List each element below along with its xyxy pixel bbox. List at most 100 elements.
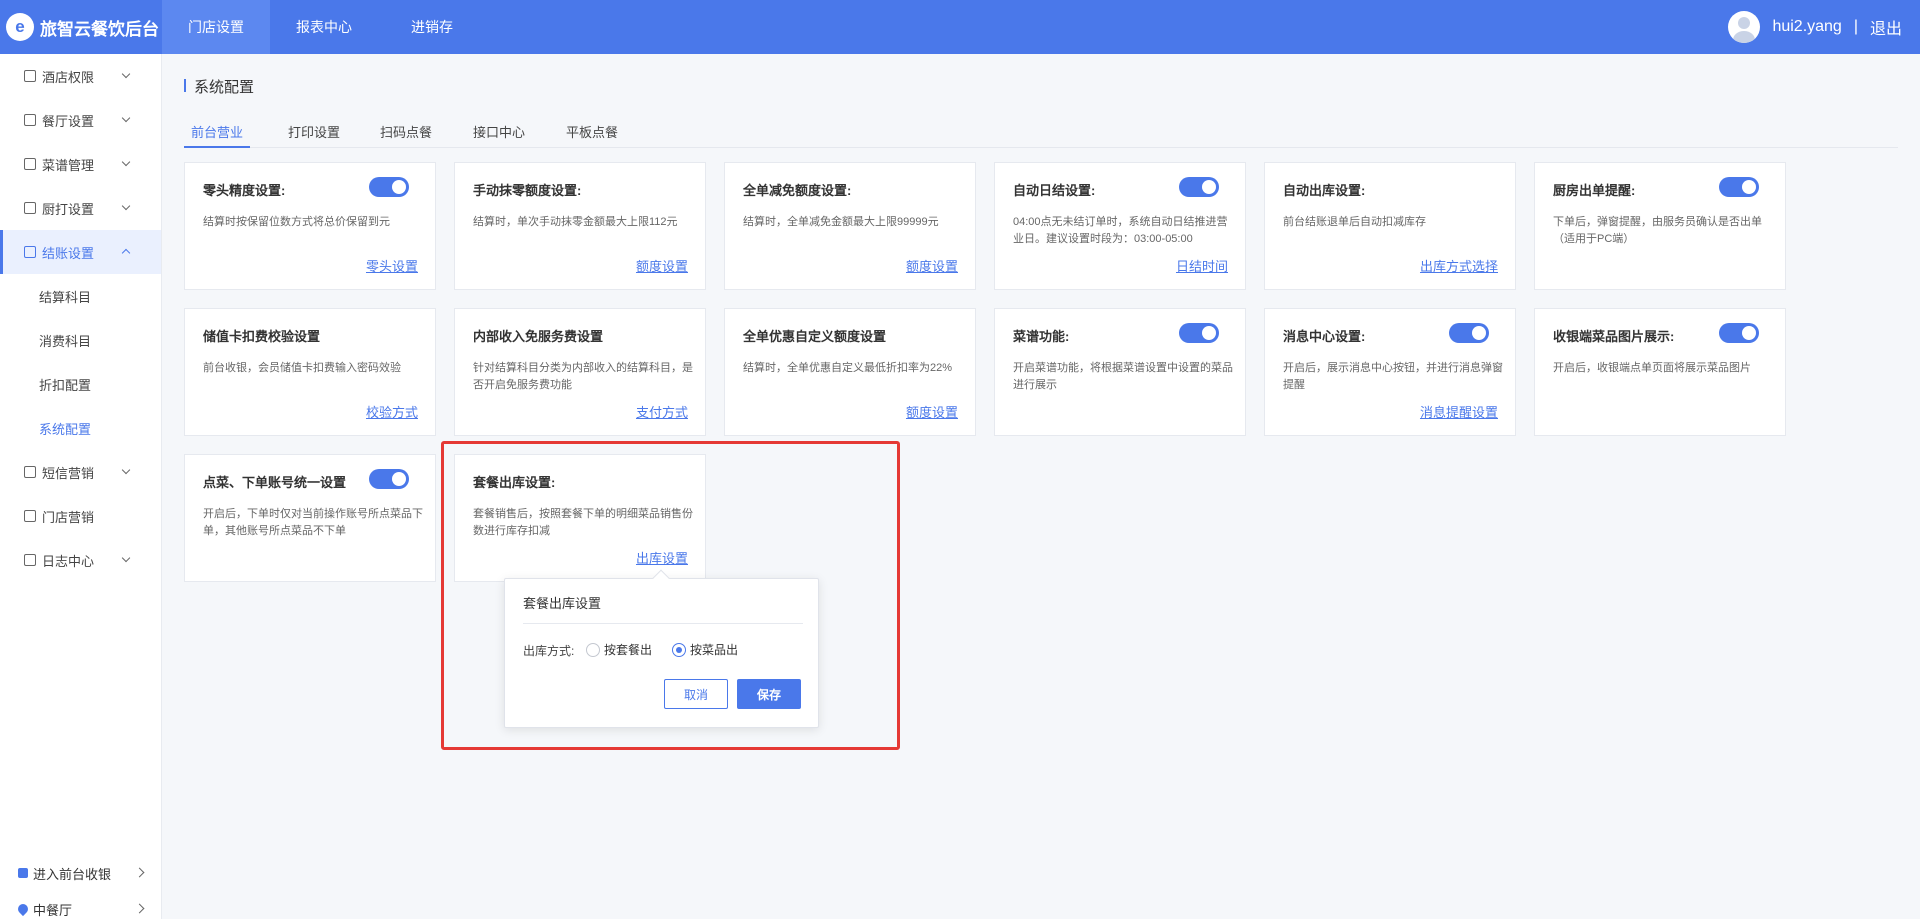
toggle-switch[interactable] bbox=[1449, 323, 1489, 343]
radio-label: 按套餐出 bbox=[604, 643, 653, 657]
card-description: 04:00点无未结订单时，系统自动日结推进营业日。建议设置时段为：03:00-0… bbox=[1013, 216, 1228, 245]
card-menu-function: 菜谱功能: 开启菜谱功能，将根据菜谱设置中设置的菜品进行展示 bbox=[994, 308, 1246, 436]
chevron-down-icon bbox=[121, 157, 131, 167]
card-link[interactable]: 额度设置 bbox=[636, 256, 688, 275]
radio-by-set-meal[interactable]: 按套餐出 bbox=[586, 641, 652, 658]
card-link[interactable]: 额度设置 bbox=[906, 256, 958, 275]
tab-tablet-order[interactable]: 平板点餐 bbox=[562, 116, 622, 148]
location-pin-icon bbox=[15, 901, 31, 917]
sidebar-item-sms-marketing[interactable]: 短信营销 bbox=[0, 450, 161, 494]
sidebar: 酒店权限 餐厅设置 菜谱管理 厨打设置 结账设置 结算科目 消费科目 折扣配置 … bbox=[0, 54, 162, 919]
card-unified-order-account: 点菜、下单账号统一设置 开启后，下单时仅对当前操作账号所点菜品下单，其他账号所点… bbox=[184, 454, 436, 582]
mail-icon bbox=[24, 466, 36, 478]
card-link[interactable]: 日结时间 bbox=[1176, 256, 1228, 275]
monitor-icon bbox=[18, 868, 28, 878]
chevron-right-icon bbox=[134, 867, 145, 878]
logo: e 旅智云餐饮后台 bbox=[0, 0, 162, 54]
enter-front-cashier-label: 进入前台收银 bbox=[33, 866, 112, 882]
card-auto-outbound: 自动出库设置: 前台结账退单后自动扣减库存 出库方式选择 bbox=[1264, 162, 1516, 290]
tab-interface-center[interactable]: 接口中心 bbox=[469, 116, 529, 148]
card-link[interactable]: 支付方式 bbox=[636, 402, 688, 421]
toggle-switch[interactable] bbox=[1719, 323, 1759, 343]
divider bbox=[523, 623, 803, 624]
radio-circle[interactable] bbox=[586, 642, 600, 657]
tab-front-business[interactable]: 前台营业 bbox=[184, 116, 250, 148]
chevron-up-icon bbox=[121, 248, 131, 258]
card-description: 开启菜谱功能，将根据菜谱设置中设置的菜品进行展示 bbox=[1013, 362, 1233, 391]
popover-title: 套餐出库设置 bbox=[523, 596, 602, 611]
sidebar-item-log-center[interactable]: 日志中心 bbox=[0, 538, 161, 582]
card-link[interactable]: 额度设置 bbox=[906, 402, 958, 421]
chevron-down-icon bbox=[121, 201, 131, 211]
card-description: 开启后，下单时仅对当前操作账号所点菜品下单，其他账号所点菜品不下单 bbox=[203, 508, 423, 537]
restaurant-name: 中餐厅 bbox=[33, 902, 73, 918]
card-description: 结算时，全单优惠自定义最低折扣率为22% bbox=[743, 362, 953, 374]
chevron-down-icon bbox=[121, 113, 131, 123]
save-button[interactable]: 保存 bbox=[737, 679, 801, 709]
card-kitchen-order-reminder: 厨房出单提醒: 下单后，弹窗提醒，由服务员确认是否出单（适用于PC端） bbox=[1534, 162, 1786, 290]
sidebar-item-label: 结账设置 bbox=[42, 245, 95, 261]
card-link[interactable]: 零头设置 bbox=[366, 256, 418, 275]
username[interactable]: hui2.yang bbox=[1772, 18, 1841, 36]
sidebar-subitem-settlement-subjects[interactable]: 结算科目 bbox=[0, 274, 161, 318]
nav-report-center[interactable]: 报表中心 bbox=[270, 0, 378, 54]
receipt-icon bbox=[24, 246, 36, 258]
restaurant-switcher[interactable]: 中餐厅 bbox=[0, 891, 162, 919]
card-title: 手动抹零额度设置: bbox=[473, 183, 582, 198]
card-link[interactable]: 校验方式 bbox=[366, 402, 418, 421]
card-description: 结算时，全单减免金额最大上限99999元 bbox=[743, 216, 939, 228]
document-icon bbox=[24, 554, 36, 566]
sidebar-subitem-discount-config[interactable]: 折扣配置 bbox=[0, 362, 161, 406]
card-stored-card-verification: 储值卡扣费校验设置 前台收银，会员储值卡扣费输入密码效验 校验方式 bbox=[184, 308, 436, 436]
building-icon bbox=[24, 70, 36, 82]
sidebar-item-kitchen-print[interactable]: 厨打设置 bbox=[0, 186, 161, 230]
sidebar-item-checkout-settings[interactable]: 结账设置 bbox=[0, 230, 161, 274]
outbound-settings-popover: 套餐出库设置 出库方式: 按套餐出 按菜品出 取消 保存 bbox=[504, 569, 819, 728]
sidebar-subitem-consumption-subjects[interactable]: 消费科目 bbox=[0, 318, 161, 362]
card-title: 全单减免额度设置: bbox=[743, 183, 852, 198]
toggle-switch[interactable] bbox=[1179, 177, 1219, 197]
card-title: 自动出库设置: bbox=[1283, 183, 1366, 198]
card-title: 内部收入免服务费设置 bbox=[473, 329, 604, 344]
sidebar-item-restaurant-settings[interactable]: 餐厅设置 bbox=[0, 98, 161, 142]
sidebar-item-label: 门店营销 bbox=[42, 509, 95, 525]
tab-scan-order[interactable]: 扫码点餐 bbox=[376, 116, 436, 148]
card-manual-rounding-limit: 手动抹零额度设置: 结算时，单次手动抹零金额最大上限112元 额度设置 bbox=[454, 162, 706, 290]
toggle-switch[interactable] bbox=[1719, 177, 1759, 197]
sidebar-subitem-system-config[interactable]: 系统配置 bbox=[0, 406, 161, 450]
card-rounding-precision: 零头精度设置: 结算时按保留位数方式将总价保留到元 零头设置 bbox=[184, 162, 436, 290]
enter-front-cashier[interactable]: 进入前台收银 bbox=[0, 855, 162, 891]
card-auto-daily-close: 自动日结设置: 04:00点无未结订单时，系统自动日结推进营业日。建议设置时段为… bbox=[994, 162, 1246, 290]
sidebar-item-menu-management[interactable]: 菜谱管理 bbox=[0, 142, 161, 186]
radio-by-dish[interactable]: 按菜品出 bbox=[672, 641, 738, 658]
toggle-switch[interactable] bbox=[369, 177, 409, 197]
card-link[interactable]: 消息提醒设置 bbox=[1420, 402, 1498, 421]
logout-link[interactable]: 退出 bbox=[1870, 15, 1902, 39]
card-title: 自动日结设置: bbox=[1013, 183, 1096, 198]
toggle-switch[interactable] bbox=[369, 469, 409, 489]
card-title: 收银端菜品图片展示: bbox=[1553, 329, 1675, 344]
tab-bar: 前台营业 打印设置 扫码点餐 接口中心 平板点餐 bbox=[184, 116, 1898, 148]
sidebar-item-hotel-permissions[interactable]: 酒店权限 bbox=[0, 54, 161, 98]
nav-store-settings[interactable]: 门店设置 bbox=[162, 0, 270, 54]
page-title: 系统配置 bbox=[184, 76, 254, 97]
radio-circle[interactable] bbox=[672, 642, 686, 657]
card-full-order-waiver: 全单减免额度设置: 结算时，全单减免金额最大上限99999元 额度设置 bbox=[724, 162, 976, 290]
cancel-button[interactable]: 取消 bbox=[664, 679, 728, 709]
tab-print-settings[interactable]: 打印设置 bbox=[284, 116, 344, 148]
card-description: 前台结账退单后自动扣减库存 bbox=[1283, 216, 1426, 228]
card-title: 零头精度设置: bbox=[203, 183, 286, 198]
sidebar-item-label: 酒店权限 bbox=[42, 69, 95, 85]
sidebar-item-store-marketing[interactable]: 门店营销 bbox=[0, 494, 161, 538]
radio-label: 按菜品出 bbox=[690, 643, 739, 657]
card-description: 针对结算科目分类为内部收入的结算科目，是否开启免服务费功能 bbox=[473, 362, 693, 391]
card-link[interactable]: 出库方式选择 bbox=[1420, 256, 1498, 275]
card-description: 前台收银，会员储值卡扣费输入密码效验 bbox=[203, 362, 401, 374]
avatar[interactable] bbox=[1728, 11, 1761, 43]
grid-icon bbox=[24, 158, 36, 170]
card-title: 菜谱功能: bbox=[1013, 329, 1070, 344]
card-message-center: 消息中心设置: 开启后，展示消息中心按钮，并进行消息弹窗提醒 消息提醒设置 bbox=[1264, 308, 1516, 436]
sidebar-item-label: 厨打设置 bbox=[42, 201, 95, 217]
toggle-switch[interactable] bbox=[1179, 323, 1219, 343]
nav-inventory[interactable]: 进销存 bbox=[378, 0, 486, 54]
